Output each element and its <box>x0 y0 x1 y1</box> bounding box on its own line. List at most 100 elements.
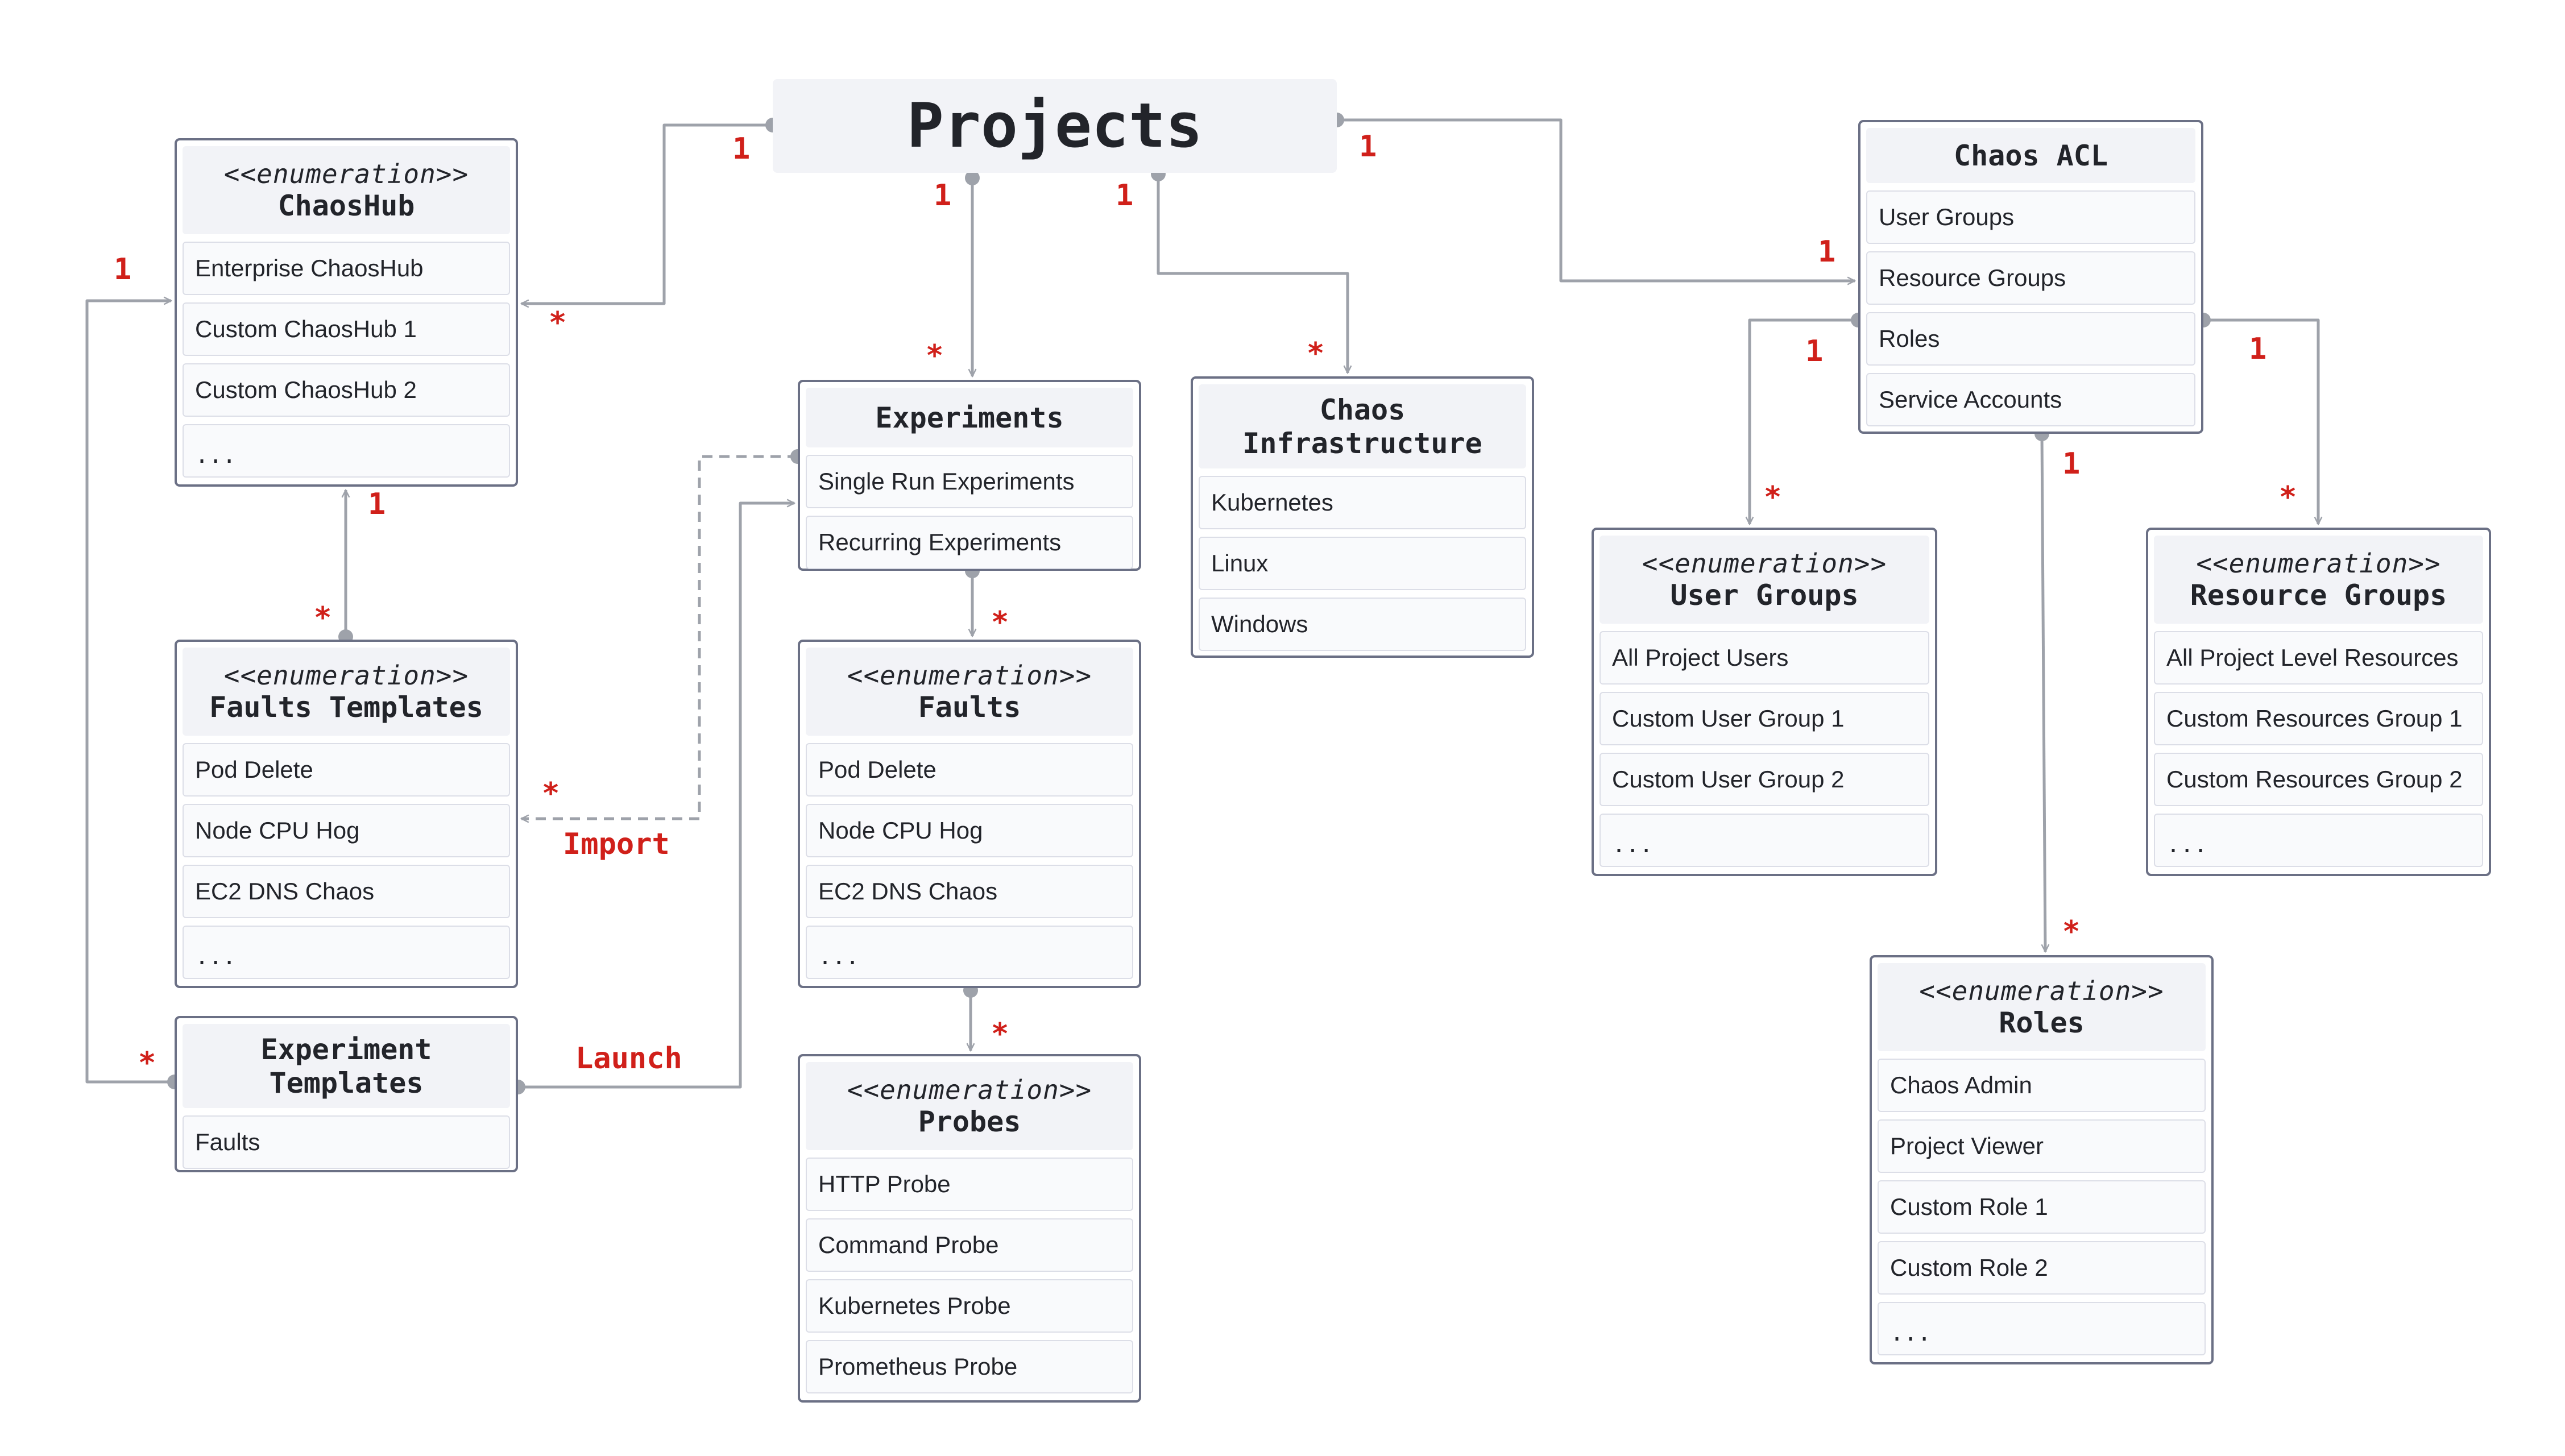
list-item: Custom Role 1 <box>1878 1180 2206 1234</box>
multiplicity-label: * <box>138 1046 156 1080</box>
list-item: Kubernetes Probe <box>806 1279 1133 1333</box>
node-chaos-infrastructure[interactable]: Chaos Infrastructure Kubernetes Linux Wi… <box>1191 376 1534 658</box>
multiplicity-label: 1 <box>114 252 132 287</box>
multiplicity-label: 1 <box>2249 332 2267 366</box>
list-item: Custom Resources Group 1 <box>2154 692 2483 746</box>
stereotype-label: <<enumeration>> <box>1919 976 2164 1006</box>
node-roles[interactable]: <<enumeration>> Roles Chaos Admin Projec… <box>1870 955 2214 1364</box>
multiplicity-label: 1 <box>1116 179 1134 213</box>
connector-acl-roles <box>2040 433 2045 952</box>
node-projects[interactable]: Projects <box>773 79 1337 173</box>
stereotype-label: <<enumeration>> <box>847 660 1092 691</box>
node-title: Faults <box>918 691 1021 724</box>
node-title: ChaosHub <box>277 189 415 223</box>
multiplicity-label: 1 <box>934 179 952 213</box>
node-title: Resource Groups <box>2190 579 2447 612</box>
list-item: Linux <box>1199 537 1526 590</box>
list-item: Command Probe <box>806 1218 1133 1272</box>
list-item: Pod Delete <box>806 743 1133 797</box>
list-item: User Groups <box>1866 190 2195 244</box>
node-probes[interactable]: <<enumeration>> Probes HTTP Probe Comman… <box>798 1054 1141 1403</box>
list-item: Enterprise ChaosHub <box>183 242 510 296</box>
relationship-label-launch: Launch <box>575 1042 682 1076</box>
node-header: <<enumeration>> ChaosHub <box>183 146 510 235</box>
node-user-groups[interactable]: <<enumeration>> User Groups All Project … <box>1592 528 1937 876</box>
list-item: Custom Resources Group 2 <box>2154 753 2483 807</box>
node-title: Experiments <box>875 401 1064 434</box>
list-item: ... <box>183 424 510 478</box>
list-item: ... <box>1600 814 1929 868</box>
list-item: Roles <box>1866 312 2195 366</box>
node-title-line1: Chaos <box>1319 393 1406 426</box>
node-header: Chaos Infrastructure <box>1199 384 1526 468</box>
node-chaoshub[interactable]: <<enumeration>> ChaosHub Enterprise Chao… <box>175 138 518 487</box>
node-header: <<enumeration>> User Groups <box>1600 536 1929 624</box>
node-header: Experiment Templates <box>183 1024 510 1108</box>
node-header: <<enumeration>> Faults <box>806 648 1133 736</box>
node-title: Probes <box>918 1105 1021 1139</box>
multiplicity-label: * <box>1764 480 1782 515</box>
list-item: EC2 DNS Chaos <box>183 865 510 919</box>
node-header: <<enumeration>> Roles <box>1878 963 2206 1052</box>
list-item: Pod Delete <box>183 743 510 797</box>
multiplicity-label: * <box>549 306 567 340</box>
node-resource-groups[interactable]: <<enumeration>> Resource Groups All Proj… <box>2146 528 2491 876</box>
list-item: Node CPU Hog <box>806 804 1133 858</box>
relationship-label-import: Import <box>563 827 670 861</box>
connector-import <box>521 455 798 819</box>
node-chaos-acl[interactable]: Chaos ACL User Groups Resource Groups Ro… <box>1858 120 2203 434</box>
node-experiment-templates[interactable]: Experiment Templates Faults <box>175 1016 518 1172</box>
multiplicity-label: * <box>926 339 944 373</box>
list-item: Chaos Admin <box>1878 1059 2206 1113</box>
node-title-line2: Infrastructure <box>1242 427 1482 460</box>
multiplicity-label: 1 <box>1805 334 1824 368</box>
stereotype-label: <<enumeration>> <box>1642 548 1887 579</box>
node-header: <<enumeration>> Faults Templates <box>183 648 510 736</box>
multiplicity-label: * <box>991 1017 1009 1051</box>
connector-experiment-templates-chaoshub <box>85 301 175 1084</box>
node-header: Experiments <box>806 388 1133 447</box>
list-item: Windows <box>1199 598 1526 651</box>
list-item: Project Viewer <box>1878 1119 2206 1173</box>
node-experiments[interactable]: Experiments Single Run Experiments Recur… <box>798 380 1141 571</box>
multiplicity-label: 1 <box>2062 447 2081 481</box>
node-title: Roles <box>1999 1006 2085 1040</box>
node-header: Chaos ACL <box>1866 128 2195 183</box>
list-item: Custom User Group 2 <box>1600 753 1929 807</box>
list-item: EC2 DNS Chaos <box>806 865 1133 919</box>
node-faults[interactable]: <<enumeration>> Faults Pod Delete Node C… <box>798 640 1141 988</box>
multiplicity-label: 1 <box>368 487 386 521</box>
multiplicity-label: * <box>314 601 332 635</box>
multiplicity-label: 1 <box>1359 130 1377 164</box>
multiplicity-label: * <box>2279 480 2297 515</box>
list-item: ... <box>183 926 510 980</box>
stereotype-label: <<enumeration>> <box>2196 548 2441 579</box>
node-faults-templates[interactable]: <<enumeration>> Faults Templates Pod Del… <box>175 640 518 988</box>
node-title: Projects <box>906 90 1203 161</box>
node-header: <<enumeration>> Resource Groups <box>2154 536 2483 624</box>
stereotype-label: <<enumeration>> <box>223 660 469 691</box>
stereotype-label: <<enumeration>> <box>223 159 469 189</box>
list-item: All Project Users <box>1600 631 1929 685</box>
list-item: ... <box>1878 1302 2206 1356</box>
multiplicity-label: * <box>991 605 1009 640</box>
multiplicity-label: * <box>542 777 560 811</box>
list-item: Recurring Experiments <box>806 516 1133 569</box>
list-item: HTTP Probe <box>806 1158 1133 1212</box>
multiplicity-label: * <box>1307 337 1325 371</box>
node-header: <<enumeration>> Probes <box>806 1062 1133 1151</box>
list-item: All Project Level Resources <box>2154 631 2483 685</box>
node-title: Faults Templates <box>209 691 483 724</box>
list-item: ... <box>806 926 1133 980</box>
connector-projects-acl <box>1337 118 1855 281</box>
stereotype-label: <<enumeration>> <box>847 1075 1092 1105</box>
multiplicity-label: 1 <box>732 132 751 166</box>
list-item: Faults <box>183 1115 510 1169</box>
list-item: Custom ChaosHub 2 <box>183 363 510 417</box>
list-item: Single Run Experiments <box>806 455 1133 508</box>
list-item: Custom Role 2 <box>1878 1241 2206 1295</box>
node-title: User Groups <box>1670 579 1859 612</box>
node-title-line2: Templates <box>269 1067 424 1100</box>
list-item: Resource Groups <box>1866 251 2195 305</box>
list-item: Kubernetes <box>1199 476 1526 529</box>
